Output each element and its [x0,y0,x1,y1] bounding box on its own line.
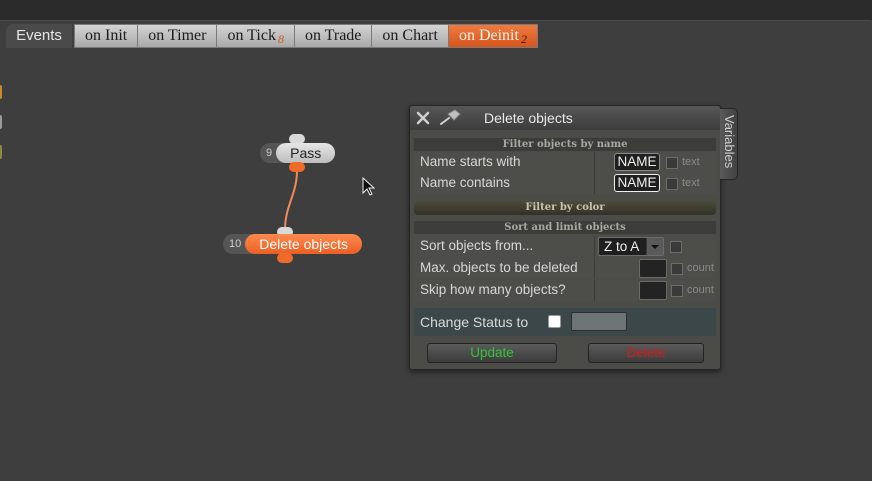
row-divider [594,258,595,279]
dropdown-arrow-icon[interactable] [646,238,663,255]
delete-button[interactable]: Delete [588,343,704,363]
max-count-checkbox[interactable] [671,263,683,275]
name-contains-input[interactable]: NAME [614,174,660,192]
section-filter-by-name: Filter objects by name [414,138,716,151]
node-id: 9 [266,147,273,159]
row-divider [594,152,595,173]
starts-with-text-checkbox[interactable] [666,157,678,169]
delete-objects-dialog: Delete objects Variables Filter objects … [409,105,738,370]
row-divider [594,236,595,257]
node-name: Delete objects [245,234,362,254]
section-filter-by-color[interactable]: Filter by color [414,201,716,215]
field-hint: count [687,262,714,274]
contains-text-checkbox[interactable] [666,178,678,190]
field-label: Name starts with [420,154,521,169]
skip-objects-input[interactable] [639,281,667,300]
sort-order-select[interactable]: Z to A [598,237,664,256]
variables-tab-label: Variables [722,115,737,169]
status-input[interactable] [571,312,627,331]
field-hint: text [682,156,700,168]
update-button[interactable]: Update [427,343,557,363]
node-delete-objects[interactable]: 10 Delete objects [223,234,362,254]
field-hint: text [682,177,700,189]
link-wire [284,169,298,231]
field-label: Change Status to [420,314,529,330]
dialog-title-bar[interactable]: Delete objects [410,106,720,130]
sort-checkbox[interactable] [670,241,682,253]
field-label: Sort objects from... [420,238,534,253]
variables-side-tab[interactable]: Variables [720,108,738,180]
node-id: 10 [229,238,242,250]
skip-count-checkbox[interactable] [671,285,683,297]
field-label: Max. objects to be deleted [420,260,578,275]
section-sort-limit: Sort and limit objects [414,221,716,234]
change-status-checkbox[interactable] [548,315,561,328]
field-label: Name contains [420,175,511,190]
max-objects-input[interactable] [639,259,667,278]
node-name: Pass [276,143,336,163]
row-max-objects: Max. objects to be deleted count [414,258,716,279]
node-output-connector[interactable] [289,162,305,172]
field-hint: count [687,284,714,296]
mouse-cursor-icon [362,177,376,196]
row-change-status: Change Status to [414,308,716,336]
row-name-starts-with: Name starts with NAME text [414,152,716,173]
row-name-contains: Name contains NAME text [414,173,716,194]
row-divider [594,280,595,301]
close-icon[interactable] [416,111,430,125]
row-divider [594,173,595,194]
field-label: Skip how many objects? [420,282,566,297]
node-output-connector[interactable] [277,253,293,263]
sort-order-value: Z to A [604,239,640,254]
pin-icon[interactable] [438,109,464,127]
name-starts-with-input[interactable]: NAME [614,153,660,171]
row-skip-objects: Skip how many objects? count [414,280,716,301]
node-pass[interactable]: 9 Pass [260,143,336,163]
row-sort-objects: Sort objects from... Z to A [414,236,716,257]
dialog-title: Delete objects [484,110,573,126]
